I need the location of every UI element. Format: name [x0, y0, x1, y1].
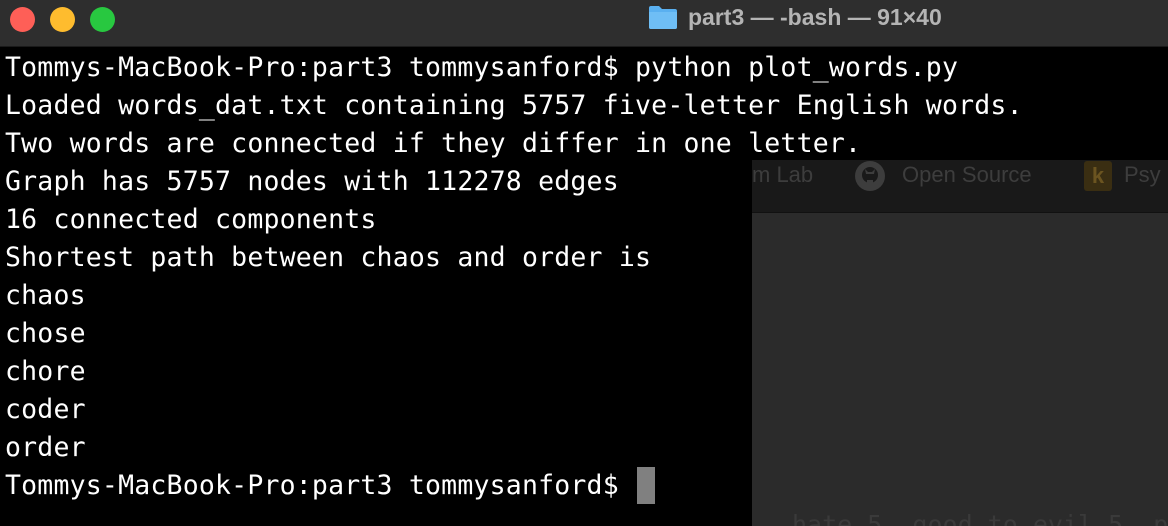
- close-button[interactable]: [10, 7, 35, 32]
- terminal-line: Loaded words_dat.txt containing 5757 fiv…: [5, 90, 1023, 121]
- window-title-group: part3 — -bash — 91×40: [648, 0, 942, 34]
- terminal-line: coder: [5, 394, 86, 425]
- title-bar[interactable]: part3 — -bash — 91×40: [0, 0, 1168, 47]
- zoom-button[interactable]: [90, 7, 115, 32]
- text-cursor: [636, 467, 655, 504]
- desktop: m Lab Open Source k Psy hate 5, good to …: [0, 0, 1168, 526]
- folder-icon: [649, 6, 677, 29]
- terminal-output[interactable]: Tommys-MacBook-Pro:part3 tommysanford$ p…: [0, 47, 1023, 526]
- minimize-button[interactable]: [50, 7, 75, 32]
- terminal-line: chaos: [5, 280, 86, 311]
- terminal-line: 16 connected components: [5, 204, 377, 235]
- terminal-line: Tommys-MacBook-Pro:part3 tommysanford$ p…: [5, 52, 959, 83]
- background-text: hate 5, good to evil 5, p: [792, 510, 1168, 526]
- terminal-line: chore: [5, 356, 86, 387]
- shell-prompt: Tommys-MacBook-Pro:part3 tommysanford$: [5, 470, 619, 501]
- terminal-line: Graph has 5757 nodes with 112278 edges: [5, 166, 619, 197]
- terminal-lines: Tommys-MacBook-Pro:part3 tommysanford$ p…: [5, 49, 1023, 505]
- prompt-line[interactable]: Tommys-MacBook-Pro:part3 tommysanford$: [5, 467, 1023, 505]
- terminal-line: Two words are connected if they differ i…: [5, 128, 862, 159]
- terminal-line: order: [5, 432, 86, 463]
- k-icon: k: [1084, 161, 1112, 191]
- bookmark-psy: Psy: [1124, 162, 1161, 187]
- window-title: part3 — -bash — 91×40: [688, 3, 942, 30]
- terminal-line: chose: [5, 318, 86, 349]
- terminal-line: Shortest path between chaos and order is: [5, 242, 652, 273]
